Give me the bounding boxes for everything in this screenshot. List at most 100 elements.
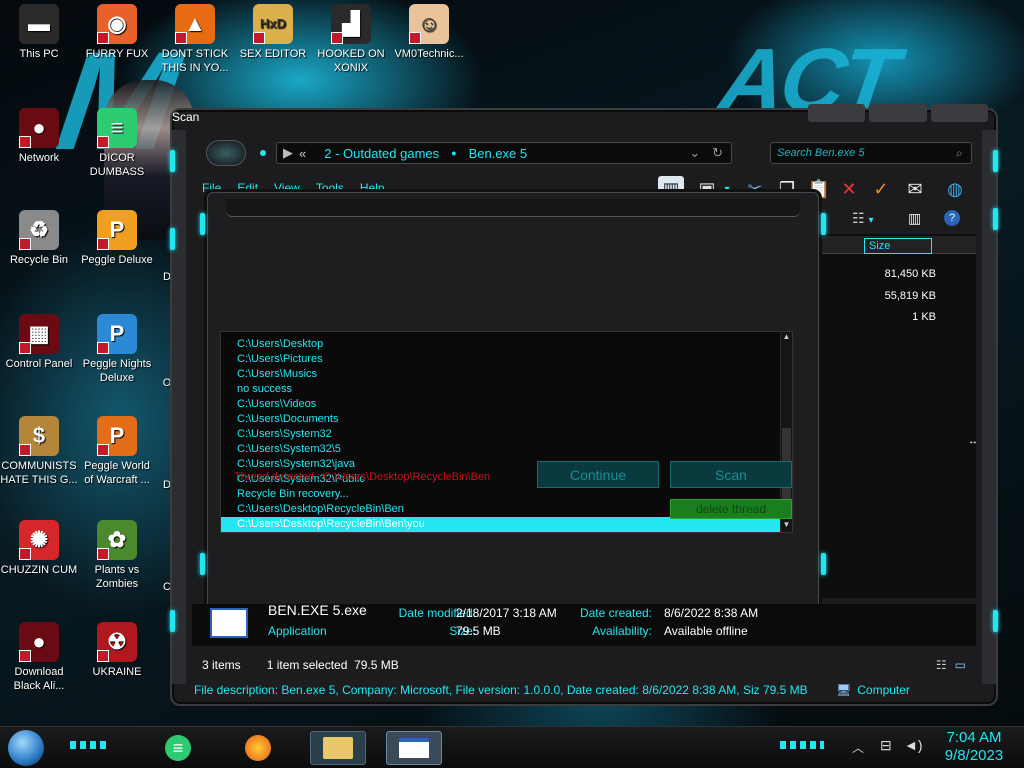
view-options-icon[interactable]: ☷ ▾	[852, 210, 873, 227]
desktop-icon[interactable]: ☺ VM0Technic...	[390, 4, 468, 61]
preview-pane-icon[interactable]: ▥	[908, 210, 921, 227]
clock[interactable]: 7:04 AM 9/8/2023	[934, 729, 1014, 765]
column-size[interactable]: Size	[864, 238, 932, 254]
desktop-icon-label: Plants vs Zombies	[94, 564, 140, 590]
window-controls	[808, 104, 988, 122]
details-pane: BEN.EXE 5.exe Application Date modified:…	[192, 602, 976, 646]
desktop-icon[interactable]: ☢ UKRAINE	[78, 622, 156, 679]
desktop-icon[interactable]: ✺ CHUZZIN CUM	[0, 520, 78, 577]
email-icon[interactable]: ✉	[902, 176, 928, 202]
desktop-icon-image: P	[97, 210, 137, 250]
desktop-icon-image: ♻	[19, 210, 59, 250]
led-icon	[993, 150, 998, 172]
desktop-icon-label: VM0Technic...	[394, 48, 464, 60]
tiles-view-icon[interactable]: ▭	[955, 658, 966, 672]
led-icon	[200, 553, 205, 575]
computer-icon: 🖥	[836, 683, 852, 697]
globe-icon[interactable]: ◍	[942, 176, 968, 202]
availability-label: Availability:	[592, 624, 652, 638]
log-entry[interactable]: C:\Users\Videos	[221, 397, 792, 412]
desktop-icon-image: ☢	[97, 622, 137, 662]
taskbar-decor-icon	[70, 741, 110, 749]
chevron-down-icon[interactable]: ⌄	[689, 145, 700, 161]
breadcrumb-item-outdated-games[interactable]: 2 - Outdated games	[324, 146, 439, 161]
refresh-icon[interactable]: ↻	[712, 145, 723, 161]
desktop-icon[interactable]: HxD SEX EDITOR	[234, 4, 312, 61]
log-entry[interactable]: C:\Users\Documents	[221, 412, 792, 427]
desktop-icon-image: ☺	[409, 4, 449, 44]
network-tray-icon[interactable]: ⊟	[880, 737, 892, 754]
file-type: Application	[268, 624, 327, 638]
desktop-icon[interactable]: ≡ DICOR DUMBASS	[78, 108, 156, 179]
desktop-icon[interactable]: P Peggle Deluxe	[78, 210, 156, 267]
taskbar: ≡ ︿ ⊟ ◄) 7:04 AM 9/8/2023	[0, 726, 1024, 768]
desktop-icon[interactable]: P Peggle Nights Deluxe	[78, 314, 156, 385]
scroll-up-icon[interactable]: ▲	[781, 332, 792, 344]
file-list[interactable]	[818, 234, 976, 598]
minimize-button[interactable]	[808, 104, 866, 122]
search-input[interactable]: Search Ben.exe 5	[770, 142, 972, 164]
shortcut-arrow-icon	[97, 136, 109, 148]
log-entry[interactable]: C:\Users\Pictures	[221, 352, 792, 367]
shortcut-arrow-icon	[19, 238, 31, 250]
taskbar-discord-icon[interactable]: ≡	[150, 731, 206, 765]
search-icon[interactable]: ⌕	[956, 146, 963, 161]
desktop-icon[interactable]: ▟ HOOKED ON XONIX	[312, 4, 390, 75]
address-bar[interactable]: ▶ « 2 - Outdated games ● Ben.exe 5 ⌄ ↻	[276, 142, 732, 164]
desktop-icon[interactable]: P Peggle World of Warcraft ...	[78, 416, 156, 487]
shortcut-arrow-icon	[97, 32, 109, 44]
desktop-icon[interactable]: ▲ DONT STICK THIS IN YO...	[156, 4, 234, 75]
file-size: 1 KB	[912, 311, 936, 323]
scroll-down-icon[interactable]: ▼	[781, 520, 792, 532]
explorer-window[interactable]: ▶ « 2 - Outdated games ● Ben.exe 5 ⌄ ↻ S…	[170, 104, 998, 706]
delete-thread-button[interactable]: delete thread	[670, 499, 792, 519]
led-icon	[170, 228, 175, 250]
desktop-icon[interactable]: ● Network	[0, 108, 78, 165]
desktop-icon[interactable]: ▦ Control Panel	[0, 314, 78, 371]
volume-icon[interactable]: ◄)	[904, 737, 923, 753]
delete-icon[interactable]: ✕	[836, 176, 862, 202]
breadcrumb-back[interactable]: «	[299, 146, 306, 161]
help-icon[interactable]: ?	[944, 210, 960, 226]
breadcrumb-item-ben-exe[interactable]: Ben.exe 5	[469, 146, 528, 161]
resize-handle-icon[interactable]: ↔	[968, 436, 978, 447]
check-icon[interactable]: ✓	[868, 176, 894, 202]
continue-button[interactable]: Continue	[537, 461, 659, 488]
taskbar-firefox-icon[interactable]	[230, 731, 286, 765]
desktop-icon[interactable]: ♻ Recycle Bin	[0, 210, 78, 267]
tray-chevron-icon[interactable]: ︿	[852, 739, 864, 756]
scan-dialog[interactable]: C:\Users\Desktop C:\Users\Pictures C:\User…	[200, 192, 826, 624]
desktop-icon-image: HxD	[253, 4, 293, 44]
desktop-icon[interactable]: ● Download Black Ali...	[0, 622, 78, 693]
desktop-icon-label: Control Panel	[5, 358, 73, 370]
desktop-icon-label: This PC	[19, 48, 59, 60]
desktop-icon-label: Network	[18, 152, 60, 164]
desktop-icon[interactable]: ▬ This PC	[0, 4, 78, 61]
led-icon	[821, 553, 826, 575]
desktop-icon[interactable]: ✿ Plants vs Zombies	[78, 520, 156, 591]
maximize-button[interactable]	[869, 104, 927, 122]
desktop-icon[interactable]: ◉ FURRY FUX	[78, 4, 156, 61]
log-entry[interactable]: C:\Users\Desktop\RecycleBin\Ben\you	[221, 517, 792, 532]
close-button[interactable]	[930, 104, 988, 122]
scan-button[interactable]: Scan	[670, 461, 792, 488]
log-entry[interactable]: C:\Users\System32\5	[221, 442, 792, 457]
back-forward-button[interactable]	[206, 140, 246, 166]
desktop-icon[interactable]: $ COMMUNISTS HATE THIS G...	[0, 416, 78, 487]
log-entry[interactable]: C:\Users\Musics	[221, 367, 792, 382]
details-view-icon[interactable]: ☷	[936, 658, 947, 672]
threat-message: Thread detected : C:\Users\Desktop\Recyc…	[234, 471, 491, 483]
availability-value: Available offline	[664, 624, 748, 638]
desktop-icon-label: Peggle Nights Deluxe	[82, 358, 152, 384]
taskbar-explorer-icon[interactable]	[310, 731, 366, 765]
log-entry[interactable]: C:\Users\Desktop	[221, 337, 792, 352]
file-name: BEN.EXE 5.exe	[268, 602, 367, 618]
file-description: File description: Ben.exe 5, Company: Mi…	[194, 683, 808, 697]
start-button[interactable]	[8, 730, 44, 766]
description-bar: File description: Ben.exe 5, Company: Mi…	[192, 680, 976, 700]
taskbar-application-icon[interactable]	[386, 731, 442, 765]
desktop-icon-label: HOOKED ON XONIX	[317, 48, 385, 74]
log-entry[interactable]: C:\Users\System32	[221, 427, 792, 442]
log-entry[interactable]: no success	[221, 382, 792, 397]
shortcut-arrow-icon	[97, 238, 109, 250]
